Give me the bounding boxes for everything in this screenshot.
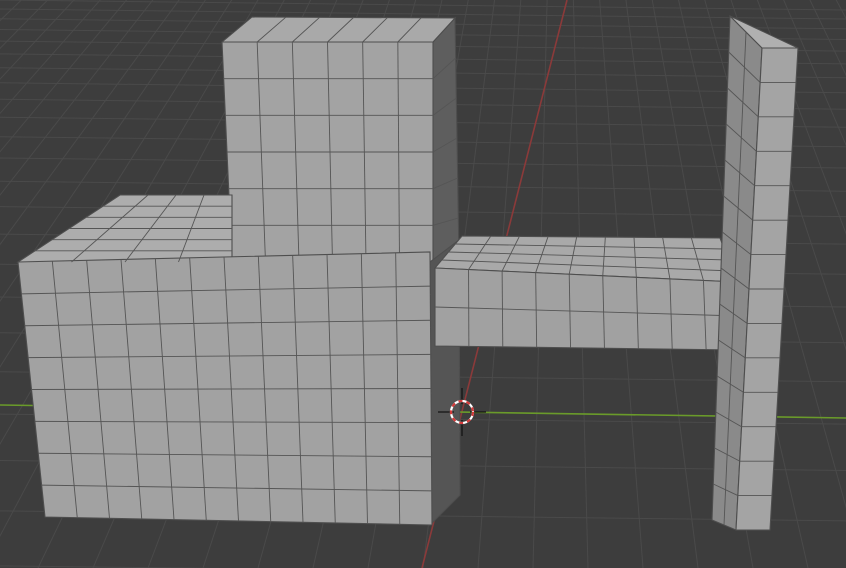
mesh-block-bar[interactable] xyxy=(433,235,741,351)
tall-block-top-face xyxy=(220,16,457,43)
tall-block-right-face xyxy=(432,16,460,263)
bar-front-face xyxy=(434,267,741,351)
mesh-block-tall[interactable] xyxy=(220,16,460,263)
3d-viewport[interactable] xyxy=(0,0,846,568)
